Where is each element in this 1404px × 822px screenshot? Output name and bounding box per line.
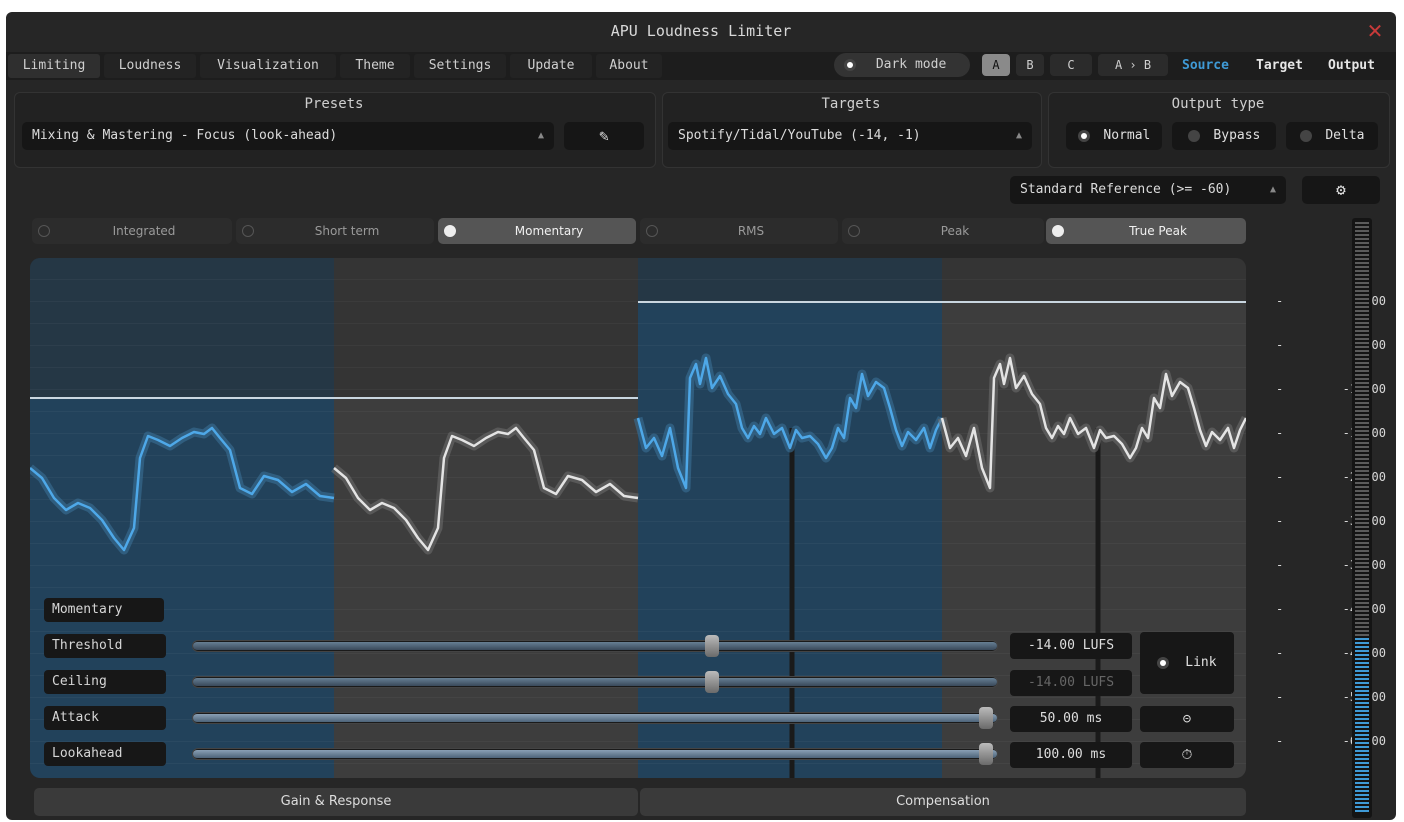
tab-visualization[interactable]: Visualization — [200, 54, 336, 78]
mode-label: Peak — [940, 224, 970, 238]
slider-track — [193, 642, 997, 650]
threshold-value[interactable]: -14.00 LUFS — [1010, 633, 1132, 659]
reference-value: Standard Reference (>= -60) — [1020, 182, 1232, 197]
mode-rms[interactable]: RMS — [640, 218, 838, 244]
ceiling-label: Ceiling — [44, 670, 166, 694]
delta-label: Delta — [1325, 128, 1365, 143]
lookahead-value[interactable]: 100.00 ms — [1010, 742, 1132, 768]
mode-indicator-icon — [242, 225, 254, 237]
loudness-graph — [30, 258, 1246, 778]
delta-radio — [1299, 129, 1312, 142]
presets-value: Mixing & Mastering - Focus (look-ahead) — [32, 128, 338, 143]
slider-knob[interactable] — [705, 635, 719, 657]
lookahead-timer-button[interactable]: ⏱ — [1140, 742, 1234, 768]
output-type-title: Output type — [1171, 96, 1265, 112]
attack-label: Attack — [44, 706, 166, 730]
link-label: Link — [1185, 655, 1217, 670]
compensation-button[interactable]: Compensation — [640, 788, 1246, 816]
slider-track — [193, 678, 997, 686]
pencil-icon: ✎ — [599, 126, 609, 145]
gain-response-button[interactable]: Gain & Response — [34, 788, 638, 816]
tab-bar: Limiting Loudness Visualization Theme Se… — [6, 52, 1396, 80]
lookahead-slider[interactable] — [192, 743, 998, 765]
edit-preset-button[interactable]: ✎ — [564, 122, 644, 150]
mode-label: Momentary — [514, 224, 584, 238]
threshold-label: Threshold — [44, 634, 166, 658]
waveform-svg — [30, 258, 1246, 778]
select-arrows-icon: ▲ — [1015, 130, 1022, 141]
slider-knob[interactable] — [979, 743, 993, 765]
mode-short-term[interactable]: Short term — [236, 218, 434, 244]
targets-select[interactable]: Spotify/Tidal/YouTube (-14, -1) ▲ — [668, 122, 1032, 150]
tab-theme[interactable]: Theme — [340, 54, 410, 78]
bypass-radio — [1187, 129, 1200, 142]
tab-settings[interactable]: Settings — [414, 54, 506, 78]
chain-link-icon: ⊝ — [1182, 711, 1192, 727]
mode-indicator-icon — [848, 225, 860, 237]
mode-indicator-icon — [1052, 225, 1064, 237]
reference-select[interactable]: Standard Reference (>= -60) ▲ — [1010, 176, 1286, 204]
mode-integrated[interactable]: Integrated — [32, 218, 232, 244]
tab-about[interactable]: About — [596, 54, 662, 78]
output-normal-option[interactable]: Normal — [1066, 122, 1162, 150]
presets-select[interactable]: Mixing & Mastering - Focus (look-ahead) … — [22, 122, 554, 150]
dark-mode-toggle[interactable]: Dark mode — [834, 53, 970, 77]
tab-limiting[interactable]: Limiting — [8, 54, 100, 78]
stopwatch-icon: ⏱ — [1181, 747, 1193, 763]
gear-icon: ⚙ — [1336, 180, 1346, 199]
normal-radio — [1077, 129, 1090, 142]
output-bypass-option[interactable]: Bypass — [1172, 122, 1276, 150]
select-arrows-icon: ▲ — [1269, 184, 1276, 195]
controls-section-label: Momentary — [44, 598, 164, 622]
output-level-meter — [1352, 218, 1372, 818]
mode-label: True Peak — [1129, 224, 1187, 238]
compare-a-to-b-button[interactable]: A › B — [1098, 54, 1168, 76]
mode-label: Short term — [314, 224, 380, 238]
slider-track — [193, 714, 997, 722]
link-toggle[interactable]: Link — [1140, 632, 1234, 694]
mode-indicator-icon — [444, 225, 456, 237]
attack-value[interactable]: 50.00 ms — [1010, 706, 1132, 732]
slider-track — [193, 750, 997, 758]
attack-link-button[interactable]: ⊝ — [1140, 706, 1234, 732]
mode-label: Integrated — [112, 224, 176, 238]
mode-indicator-icon — [38, 225, 50, 237]
preset-slot-a[interactable]: A — [982, 54, 1010, 76]
slider-knob[interactable] — [705, 671, 719, 693]
normal-label: Normal — [1103, 128, 1151, 143]
targets-title: Targets — [821, 96, 881, 112]
close-icon[interactable]: ✕ — [1364, 20, 1386, 42]
mode-true-peak[interactable]: True Peak — [1046, 218, 1246, 244]
mode-indicator-icon — [646, 225, 658, 237]
mode-momentary[interactable]: Momentary — [438, 218, 636, 244]
mode-peak[interactable]: Peak — [842, 218, 1044, 244]
select-arrows-icon: ▲ — [537, 130, 544, 141]
presets-title: Presets — [304, 96, 364, 112]
dark-mode-radio — [844, 58, 856, 71]
tab-update[interactable]: Update — [510, 54, 592, 78]
preset-slot-c[interactable]: C — [1050, 54, 1092, 76]
threshold-slider[interactable] — [192, 635, 998, 657]
lookahead-label: Lookahead — [44, 742, 166, 766]
output-link[interactable]: Output — [1328, 54, 1375, 78]
slider-knob[interactable] — [979, 707, 993, 729]
targets-value: Spotify/Tidal/YouTube (-14, -1) — [678, 128, 921, 143]
reference-settings-button[interactable]: ⚙ — [1302, 176, 1380, 204]
tab-loudness[interactable]: Loudness — [104, 54, 196, 78]
ceiling-value[interactable]: -14.00 LUFS — [1010, 670, 1132, 696]
target-link[interactable]: Target — [1256, 54, 1303, 78]
mode-label: RMS — [737, 224, 765, 238]
preset-slot-b[interactable]: B — [1016, 54, 1044, 76]
dark-mode-label: Dark mode — [875, 57, 947, 72]
link-radio — [1157, 656, 1170, 669]
source-link[interactable]: Source — [1182, 54, 1229, 78]
bypass-label: Bypass — [1213, 128, 1261, 143]
plugin-window: APU Loudness Limiter ✕ Limiting Loudness… — [6, 12, 1396, 820]
output-delta-option[interactable]: Delta — [1286, 122, 1378, 150]
ceiling-slider[interactable] — [192, 671, 998, 693]
window-title: APU Loudness Limiter — [610, 22, 792, 40]
attack-slider[interactable] — [192, 707, 998, 729]
